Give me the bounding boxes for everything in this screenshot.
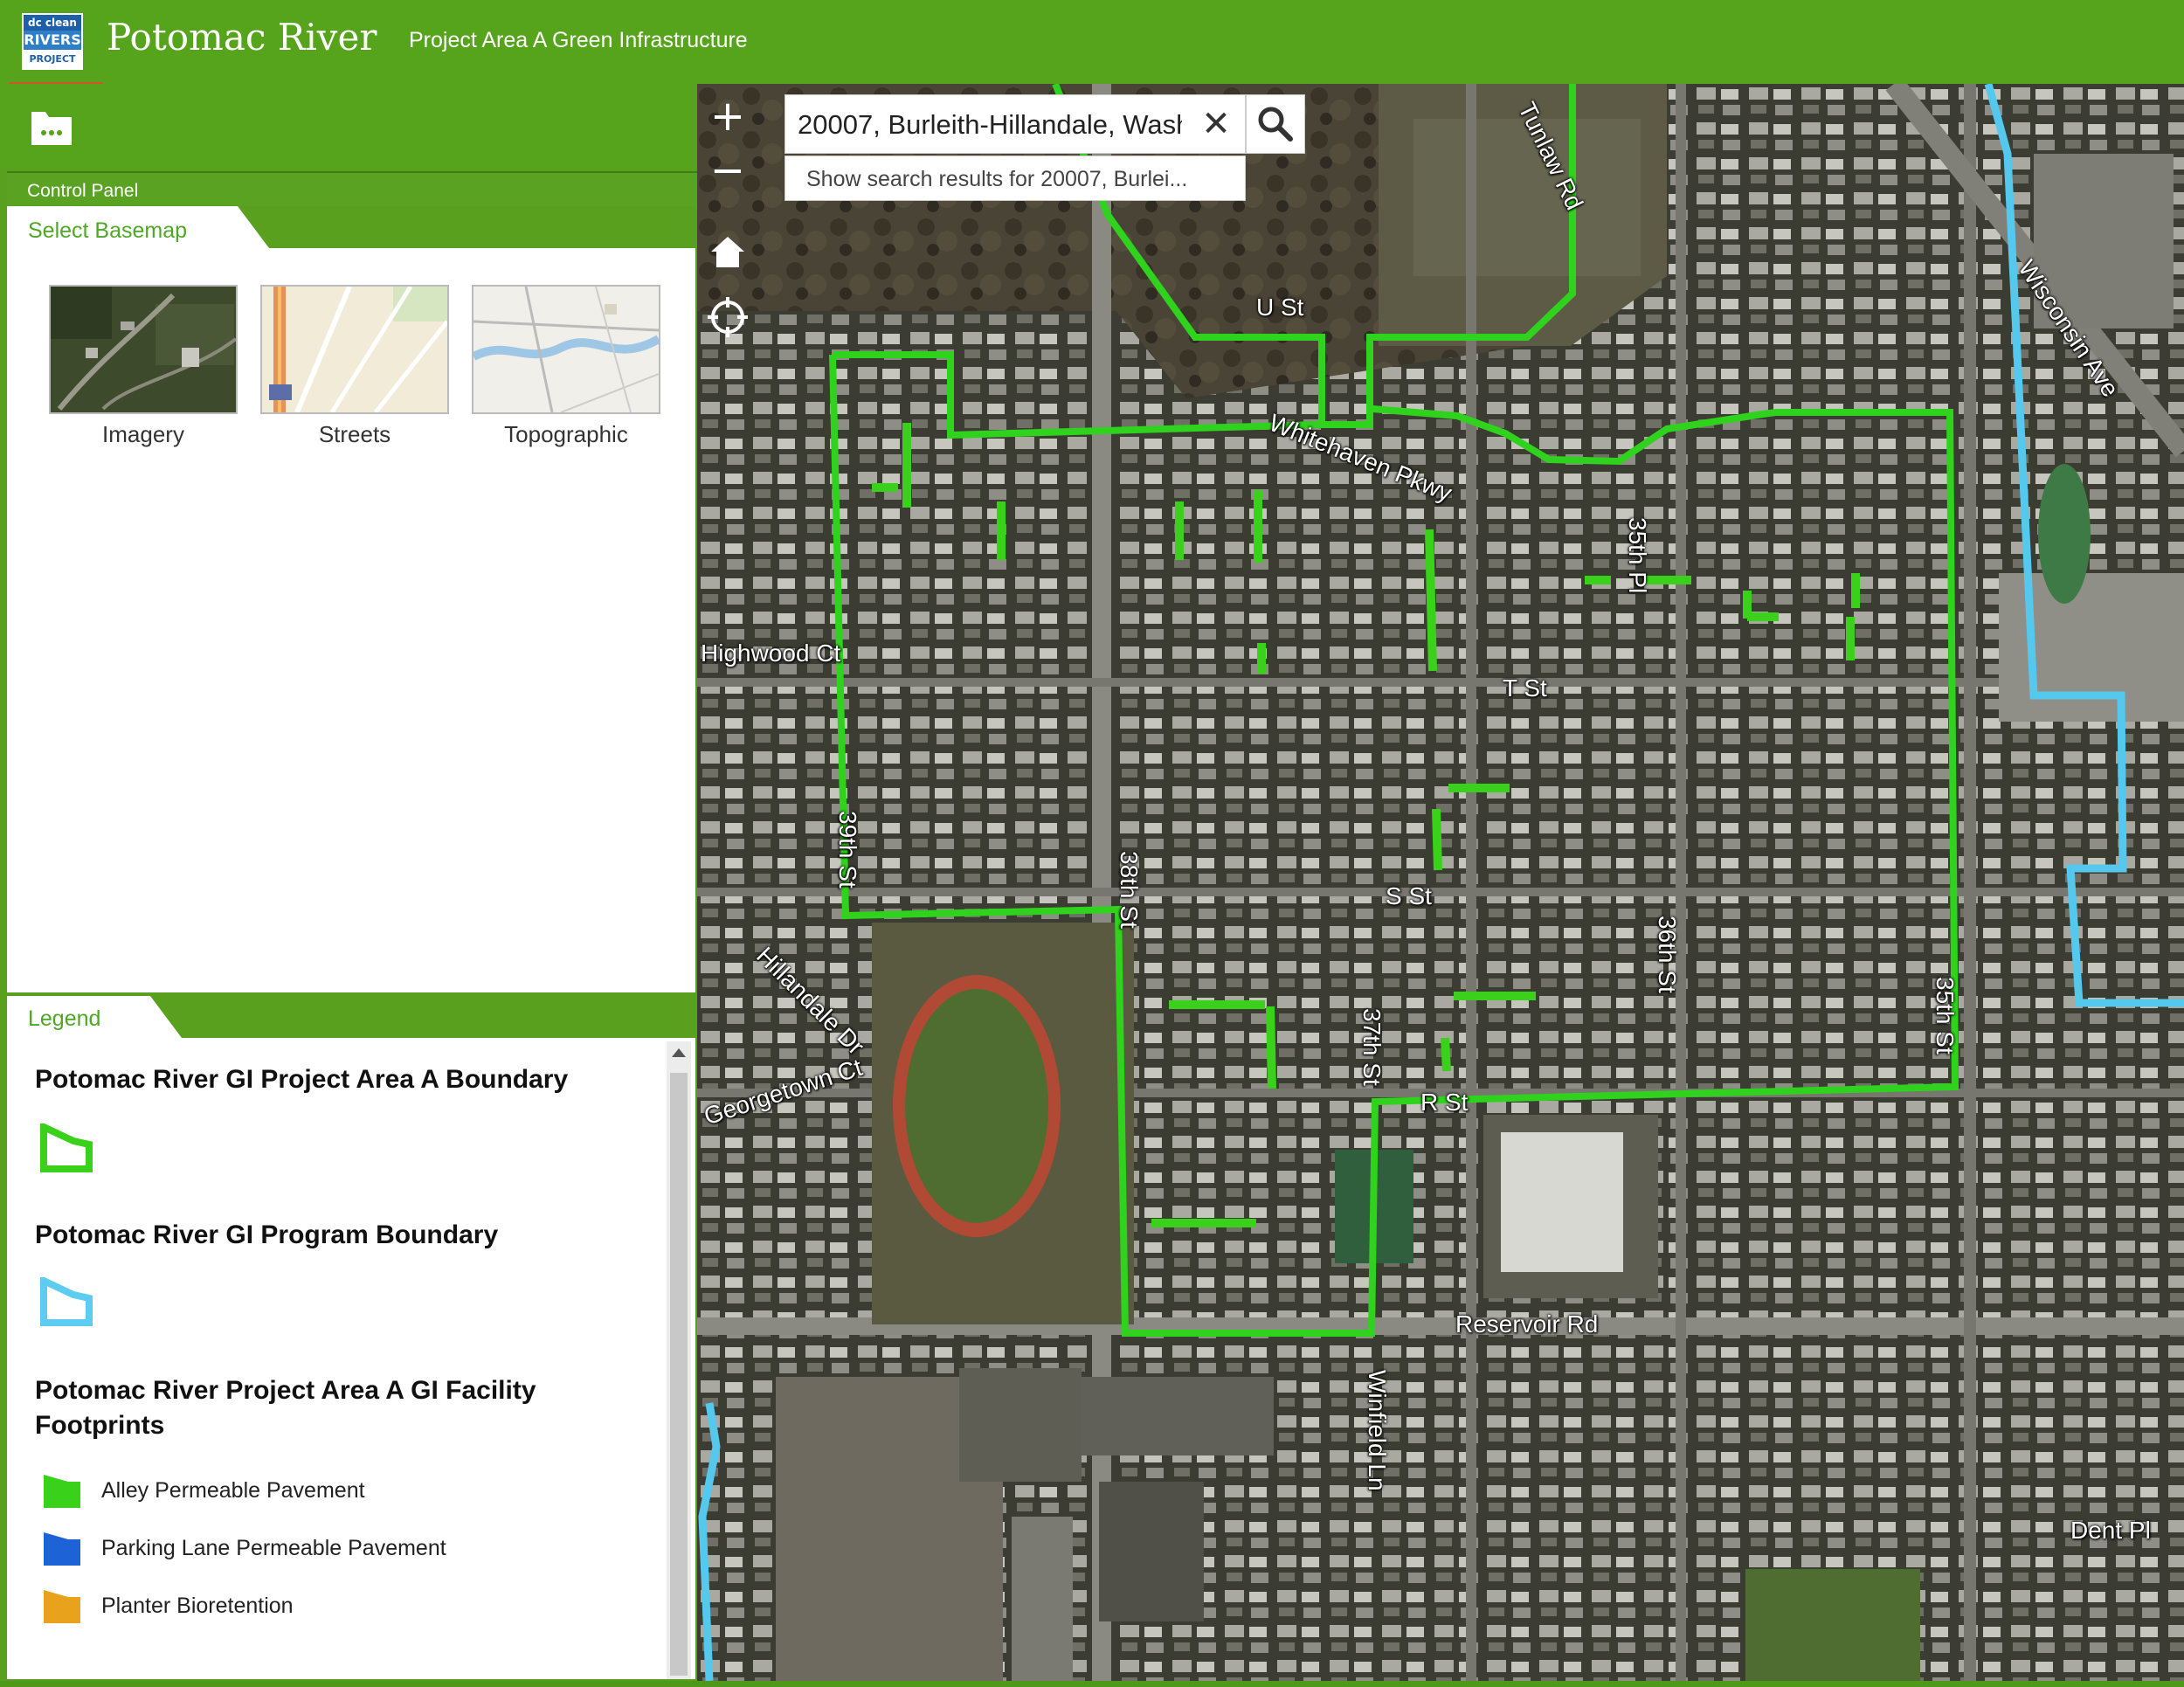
zoom-out-button[interactable]: −	[708, 149, 748, 192]
map-view[interactable]: U St Tunlaw Rd Whitehaven Pkwy Wisconsin…	[697, 84, 2184, 1681]
clear-search-button[interactable]: ✕	[1196, 104, 1236, 144]
label-35th-pl: 35th Pl	[1624, 517, 1651, 594]
parking-lane-swatch	[44, 1532, 80, 1566]
legend-project-boundary-heading: Potomac River GI Project Area A Boundary	[35, 1065, 569, 1094]
side-toolbar	[0, 84, 697, 168]
legend-scrollbar[interactable]	[667, 1041, 691, 1679]
legend-program-boundary-heading: Potomac River GI Program Boundary	[35, 1220, 499, 1249]
folder-more-icon	[31, 112, 72, 145]
legend-alley-pavement-label: Alley Permeable Pavement	[101, 1478, 365, 1503]
logo-bottom-text: PROJECT	[24, 50, 81, 68]
basemap-panel: Select Basemap Imagery Streets Topograph…	[7, 206, 695, 992]
app-title: Potomac River	[107, 16, 377, 59]
layer-list-button[interactable]	[30, 107, 73, 147]
planter-bioretention-swatch	[44, 1590, 80, 1623]
legend-parking-lane-label: Parking Lane Permeable Pavement	[101, 1536, 446, 1560]
search-icon	[1258, 107, 1293, 142]
control-panel-label: Control Panel	[27, 181, 139, 201]
clean-rivers-logo: dc clean RIVERS PROJECT	[22, 13, 83, 70]
basemap-imagery-label: Imagery	[102, 421, 184, 447]
legend-title: Legend	[28, 1006, 101, 1031]
footer-strip	[0, 1681, 2184, 1687]
label-36th-st: 36th St	[1654, 916, 1681, 993]
project-boundary-swatch	[40, 1124, 93, 1172]
legend-planter-bioretention-label: Planter Bioretention	[101, 1594, 294, 1618]
app-subtitle: Project Area A Green Infrastructure	[409, 28, 748, 52]
label-winfield-ln: Winfield Ln	[1364, 1370, 1391, 1491]
home-button[interactable]	[708, 232, 748, 273]
alley-pavement-swatch	[44, 1475, 80, 1508]
label-highwood-ct: Highwood Ct	[701, 640, 841, 667]
scroll-up-arrow[interactable]	[672, 1048, 686, 1057]
home-icon	[711, 237, 744, 267]
label-dent-pl: Dent Pl	[2070, 1517, 2151, 1544]
label-35th-st: 35th St	[1932, 977, 1959, 1054]
scroll-thumb[interactable]	[670, 1073, 688, 1676]
basemap-imagery-thumbnail[interactable]	[49, 285, 238, 414]
search-button[interactable]	[1246, 94, 1305, 154]
basemap-topographic-thumbnail[interactable]	[472, 285, 660, 414]
search-suggestion-text: Show search results for 20007, Burlei...	[806, 167, 1188, 191]
basemap-topographic-label: Topographic	[504, 421, 628, 447]
search-suggestion[interactable]: Show search results for 20007, Burlei...	[784, 156, 1246, 201]
label-r-st: R St	[1420, 1089, 1469, 1116]
basemap-streets-thumbnail[interactable]	[260, 285, 449, 414]
label-37th-st: 37th St	[1358, 1008, 1386, 1086]
label-reservoir-rd: Reservoir Rd	[1455, 1310, 1599, 1338]
app-header: dc clean RIVERS PROJECT Potomac River Pr…	[0, 0, 2184, 85]
legend-facility-footprints-heading: Potomac River Project Area A GI Facility…	[35, 1376, 536, 1440]
label-38th-st: 38th St	[1116, 851, 1143, 929]
program-boundary-swatch	[40, 1277, 93, 1326]
basemap-title: Select Basemap	[28, 218, 188, 243]
legend-panel: Legend Potomac River GI Project Area A B…	[7, 996, 695, 1679]
search-input[interactable]	[796, 95, 1184, 155]
label-t-st: T St	[1503, 674, 1547, 702]
aerial-imagery	[697, 84, 2184, 1681]
logo-top-text: dc clean	[24, 15, 81, 31]
label-s-st: S St	[1386, 882, 1432, 909]
zoom-in-button[interactable]: +	[708, 95, 748, 138]
label-39th-st: 39th St	[834, 811, 861, 888]
control-panel-bar[interactable]: Control Panel	[7, 171, 697, 208]
search-box: ✕	[784, 94, 1246, 155]
label-u-st: U St	[1256, 294, 1304, 321]
locate-button[interactable]	[708, 297, 748, 337]
logo-middle-text: RIVERS	[24, 31, 81, 50]
locate-icon	[708, 297, 748, 337]
basemap-streets-label: Streets	[318, 421, 391, 447]
